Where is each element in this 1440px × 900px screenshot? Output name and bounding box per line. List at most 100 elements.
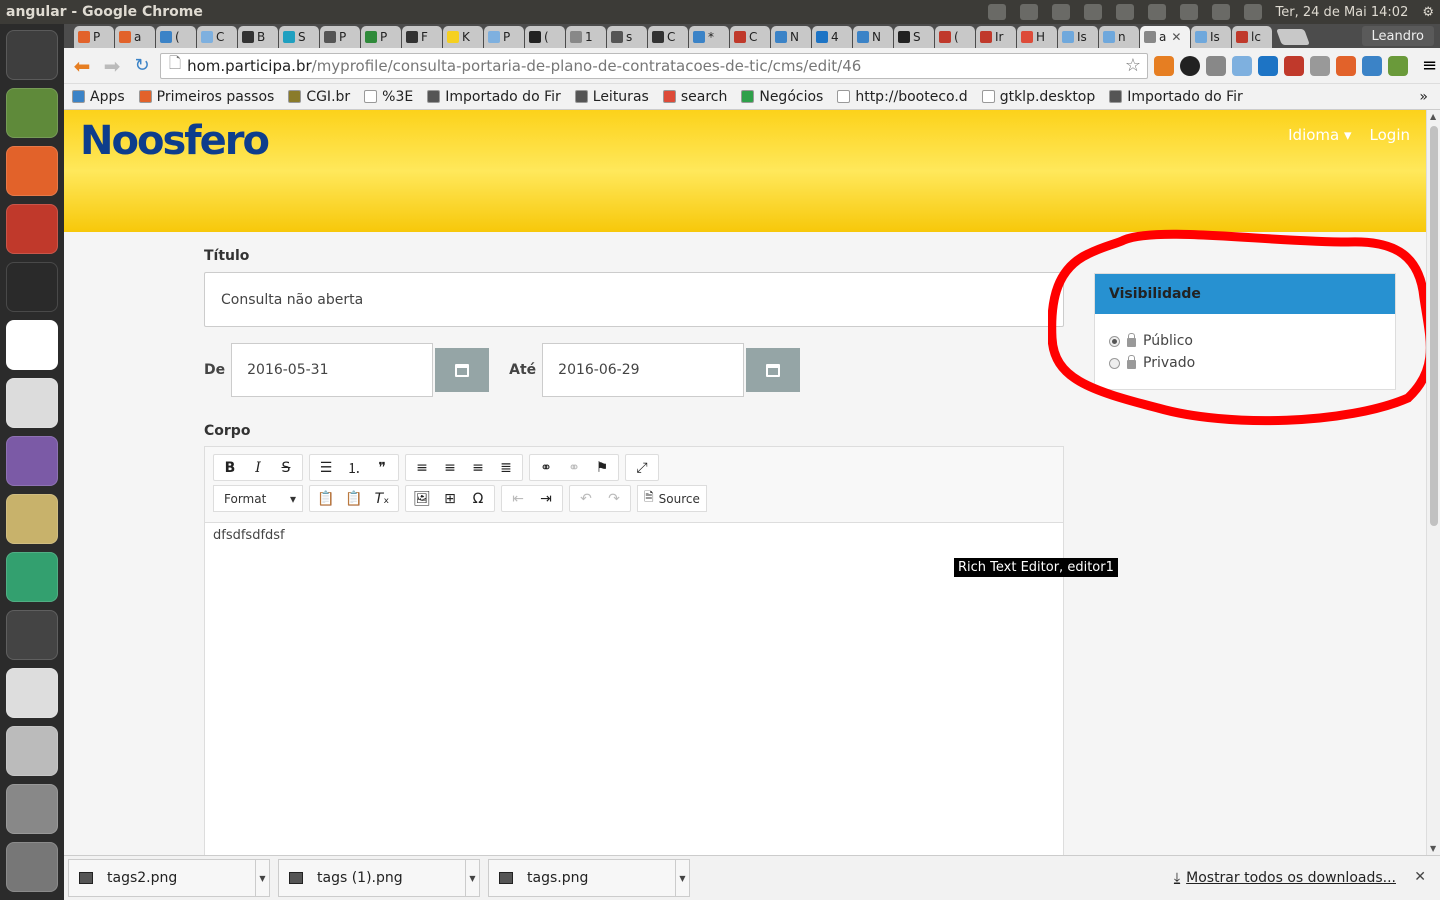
drive-launcher-icon[interactable]	[6, 726, 58, 776]
close-tab-icon[interactable]: ✕	[1171, 30, 1181, 44]
gear-icon[interactable]: ⚙	[1422, 5, 1434, 20]
bookmark-item[interactable]: Negócios	[741, 89, 823, 105]
extension-icon[interactable]	[1388, 55, 1408, 76]
extension-icon[interactable]	[1206, 55, 1226, 76]
mail-icon[interactable]	[1179, 4, 1198, 20]
extension-icon[interactable]	[1232, 55, 1252, 76]
browser-tab[interactable]: n	[1099, 26, 1139, 48]
network-icon[interactable]	[987, 4, 1006, 20]
chevron-down-icon[interactable]: ▼	[465, 860, 479, 896]
strike-button[interactable]: S	[272, 455, 300, 480]
page-scrollbar[interactable]: ▲ ▼	[1426, 110, 1440, 855]
text-editor-launcher-icon[interactable]	[6, 378, 58, 428]
close-icon[interactable]: ✕	[1414, 869, 1426, 885]
forward-icon[interactable]: ➡	[100, 54, 124, 78]
browser-tab[interactable]: P	[74, 26, 114, 48]
bold-button[interactable]: B	[216, 455, 244, 480]
browser-tab[interactable]: P	[361, 26, 401, 48]
back-icon[interactable]: ⬅	[70, 54, 94, 78]
browser-tab[interactable]: H	[1017, 26, 1057, 48]
anchor-flag-icon[interactable]: ⚑	[588, 455, 616, 480]
pidgin-indicator-icon[interactable]	[1019, 4, 1038, 20]
browser-tab[interactable]: F	[402, 26, 442, 48]
scroll-up-icon[interactable]: ▲	[1430, 112, 1436, 121]
volume-icon[interactable]	[1243, 4, 1262, 20]
bookmark-item[interactable]: Apps	[72, 89, 125, 105]
paste-icon[interactable]: 📋	[312, 486, 340, 511]
drive-2-launcher-icon[interactable]	[6, 784, 58, 834]
from-date-input[interactable]: 2016-05-31	[231, 343, 434, 397]
browser-tab[interactable]: P	[320, 26, 360, 48]
show-all-downloads-link[interactable]: ⤓ Mostrar todos os downloads...	[1174, 870, 1396, 886]
login-link[interactable]: Login	[1370, 126, 1410, 144]
private-radio[interactable]	[1109, 357, 1120, 369]
profile-button[interactable]: Leandro	[1361, 26, 1434, 46]
atom-launcher-icon[interactable]	[6, 552, 58, 602]
bookmark-item[interactable]: Leituras	[574, 89, 649, 105]
bookmark-item[interactable]: Importado do Fir	[427, 89, 561, 105]
download-item[interactable]: tags.png ▼	[488, 859, 690, 897]
extension-icon[interactable]	[1258, 55, 1278, 76]
browser-tab[interactable]: a ✕	[1140, 26, 1190, 48]
browser-tab[interactable]: (	[935, 26, 975, 48]
browser-tab[interactable]: 4	[812, 26, 852, 48]
editor-body[interactable]: dfsdfsdfdsf	[205, 523, 1063, 548]
chevron-down-icon[interactable]: ▼	[255, 860, 269, 896]
browser-tab[interactable]: Is	[1191, 26, 1231, 48]
clock[interactable]: Ter, 24 de Mai 14:02	[1276, 5, 1409, 20]
remove-format-icon[interactable]: Tₓ	[368, 486, 396, 511]
link-icon[interactable]: ⚭	[532, 455, 560, 480]
new-tab-button[interactable]	[1276, 29, 1310, 45]
pidgin-launcher-icon[interactable]	[6, 436, 58, 486]
trash-launcher-icon[interactable]	[6, 842, 58, 892]
unlink-icon[interactable]: ⚭	[560, 455, 588, 480]
menu-icon[interactable]: ≡	[1422, 55, 1437, 76]
workspace-switcher-launcher-icon[interactable]	[6, 610, 58, 660]
bookmarks-overflow[interactable]: »	[1419, 89, 1428, 105]
bookmark-item[interactable]: search	[662, 89, 727, 105]
browser-tab[interactable]: s	[607, 26, 647, 48]
browser-tab[interactable]: a	[115, 26, 155, 48]
blockquote-button[interactable]: ❞	[368, 455, 396, 480]
browser-tab[interactable]: *	[689, 26, 729, 48]
maximize-icon[interactable]: ⤢	[628, 455, 656, 480]
undo-icon[interactable]: ↶	[572, 486, 600, 511]
italic-button[interactable]: I	[244, 455, 272, 480]
extension-icon[interactable]	[1154, 55, 1174, 76]
special-char-icon[interactable]: Ω	[464, 486, 492, 511]
files-launcher-icon[interactable]	[6, 146, 58, 196]
dash-launcher-icon[interactable]	[6, 30, 58, 80]
to-calendar-button[interactable]	[746, 348, 801, 392]
browser-tab[interactable]: (	[525, 26, 565, 48]
bookmark-item[interactable]: %3E	[364, 89, 413, 105]
align-left-button[interactable]: ≡	[408, 455, 436, 480]
browser-tab[interactable]: N	[853, 26, 893, 48]
bulleted-list-button[interactable]: ☰	[312, 455, 340, 480]
indent-icon[interactable]: ⇥	[532, 486, 560, 511]
download-item[interactable]: tags2.png ▼	[68, 859, 270, 897]
browser-tab[interactable]: 1	[566, 26, 606, 48]
disc-launcher-icon[interactable]	[6, 668, 58, 718]
justify-button[interactable]: ≣	[492, 455, 520, 480]
numbered-list-button[interactable]: ⒈	[340, 455, 368, 480]
bookmark-item[interactable]: Primeiros passos	[138, 89, 274, 105]
chrome-launcher-icon[interactable]	[6, 320, 58, 370]
outdent-icon[interactable]: ⇤	[504, 486, 532, 511]
browser-tab[interactable]: Is	[1058, 26, 1098, 48]
clipboard-icon[interactable]	[1115, 4, 1134, 20]
extension-icon[interactable]	[1336, 55, 1356, 76]
site-logo[interactable]: Noosfero	[80, 118, 270, 164]
source-button[interactable]: 🗎 Source	[637, 485, 707, 512]
bookmark-item[interactable]: gtklp.desktop	[981, 89, 1095, 105]
paste-text-icon[interactable]: 📋	[340, 486, 368, 511]
download-icon[interactable]	[1310, 55, 1330, 76]
extension-icon[interactable]	[1362, 55, 1382, 76]
to-date-input[interactable]: 2016-06-29	[542, 343, 745, 397]
visibility-option-private[interactable]: Privado	[1095, 352, 1395, 374]
from-calendar-button[interactable]	[435, 348, 490, 392]
extension-icon[interactable]	[1284, 55, 1304, 76]
browser-tab[interactable]: P	[484, 26, 524, 48]
browser-tab[interactable]: S	[279, 26, 319, 48]
system-settings-launcher-icon[interactable]	[6, 204, 58, 254]
extension-icon[interactable]	[1180, 55, 1200, 76]
